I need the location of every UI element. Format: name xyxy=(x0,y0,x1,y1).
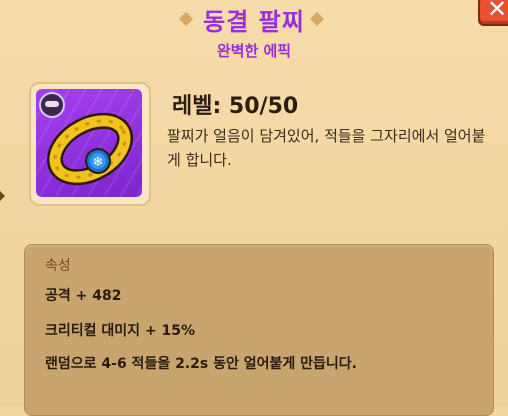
item-detail-panel: 동결 팔찌 완벽한 에픽 ✕ ❄ 레벨: 50/50 팔찌가 얼음이 담겨있어,… xyxy=(0,0,508,416)
equipment-slot-badge-icon xyxy=(39,92,65,118)
item-card: ❄ xyxy=(36,89,142,197)
attribute-attack: 공격 + 482 xyxy=(45,288,122,304)
svg-text:❄: ❄ xyxy=(93,155,104,170)
attribute-crit-damage: 크리티컬 대미지 + 15% xyxy=(45,323,196,339)
item-icon-frame: ❄ xyxy=(29,82,151,206)
item-rarity: 완벽한 에픽 xyxy=(216,42,292,60)
item-level: 레벨: 50/50 xyxy=(172,94,299,119)
attributes-heading: 속성 xyxy=(45,258,71,274)
close-icon: ✕ xyxy=(487,0,508,23)
attribute-freeze-effect: 랜덤으로 4-6 적들을 2.2s 동안 얼어붙게 만듭니다. xyxy=(45,356,357,372)
attributes-box: 속성 공격 + 482 크리티컬 대미지 + 15% 랜덤으로 4-6 적들을 … xyxy=(24,244,494,416)
previous-arrow-icon[interactable] xyxy=(0,191,5,201)
item-description: 팔찌가 얼음이 담겨있어, 적들을 그자리에서 얼어붙게 합니다. xyxy=(167,127,486,169)
close-button[interactable]: ✕ xyxy=(478,0,508,26)
item-name: 동결 팔찌 xyxy=(203,8,305,36)
